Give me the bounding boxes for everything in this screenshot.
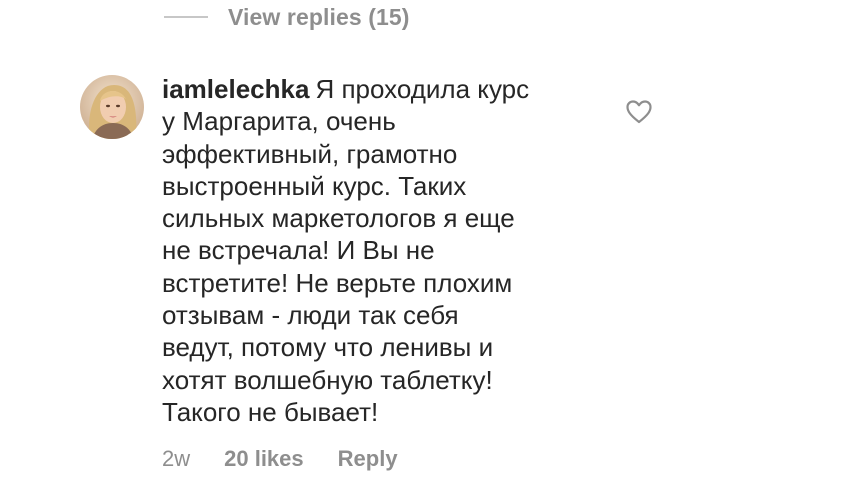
replies-divider-line: [164, 16, 208, 18]
comment-timestamp: 2w: [162, 446, 191, 471]
avatar[interactable]: [80, 75, 144, 139]
view-replies-label: View replies (15): [228, 3, 410, 30]
comment-username[interactable]: iamlelechka: [162, 74, 309, 104]
view-replies-button[interactable]: View replies (15): [164, 2, 410, 32]
likes-count-button[interactable]: 20 likes: [224, 446, 304, 472]
comment-body: iamlelechka Я проходила курс у Маргарита,…: [162, 73, 602, 428]
avatar-image: [80, 75, 144, 139]
heart-icon[interactable]: [626, 100, 652, 124]
comment-meta: 2w 20 likes Reply: [162, 444, 398, 474]
reply-button[interactable]: Reply: [338, 446, 398, 472]
comment-text: Я проходила курс у Маргарита, очень эффе…: [162, 74, 530, 427]
